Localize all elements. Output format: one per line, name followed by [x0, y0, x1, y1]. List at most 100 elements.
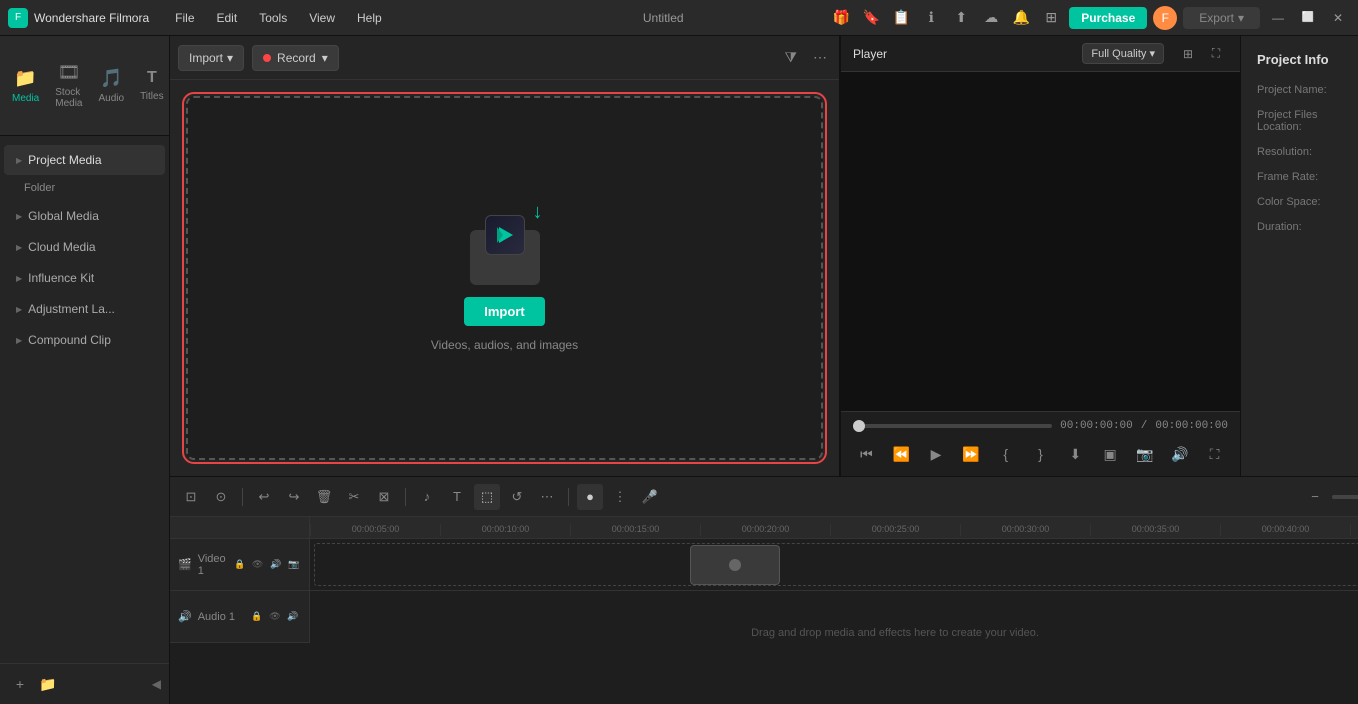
- minimize-button[interactable]: —: [1266, 6, 1290, 30]
- audio-lock-icon[interactable]: 🔒: [249, 609, 265, 625]
- scene-detect-icon[interactable]: ⊡: [178, 484, 204, 510]
- mark-out-icon[interactable]: }: [1027, 440, 1054, 468]
- zoom-slider[interactable]: [1332, 495, 1358, 499]
- collapse-sidebar-button[interactable]: ◀: [152, 677, 161, 691]
- menu-file[interactable]: File: [165, 7, 204, 29]
- fullscreen-icon[interactable]: ⛶: [1204, 42, 1228, 66]
- video-speaker-icon[interactable]: 🔊: [268, 557, 284, 573]
- ripple-edit-icon[interactable]: ●: [577, 484, 603, 510]
- play-icon[interactable]: ▶: [923, 440, 950, 468]
- rotate-icon[interactable]: ↺: [504, 484, 530, 510]
- export-button[interactable]: Export ▾: [1183, 7, 1260, 29]
- sidebar-item-project-media[interactable]: ▶ Project Media: [4, 145, 165, 175]
- notification-icon[interactable]: 🔔: [1009, 6, 1033, 30]
- player-viewport: [841, 72, 1240, 411]
- snapshot-icon[interactable]: 📷: [1132, 440, 1159, 468]
- info-icon[interactable]: ℹ: [919, 6, 943, 30]
- import-button[interactable]: Import ▾: [178, 45, 244, 71]
- sidebar-item-compound-clip[interactable]: ▶ Compound Clip: [4, 325, 165, 355]
- quality-select[interactable]: Full Quality ▾: [1082, 43, 1164, 64]
- progress-bar-container: 00:00:00:00 / 00:00:00:00: [853, 420, 1228, 432]
- menu-edit[interactable]: Edit: [207, 7, 248, 29]
- control-buttons: ⏮ ⏪ ▶ ⏩ { } ⬇ ▣ 📷 🔊 ⛶: [853, 440, 1228, 468]
- more-options-icon[interactable]: ⋯: [809, 45, 831, 70]
- player-tab[interactable]: Player: [853, 43, 887, 65]
- mark-in-icon[interactable]: {: [992, 440, 1019, 468]
- chevron-icon-5: ▶: [16, 305, 22, 314]
- tab-titles[interactable]: T Titles: [132, 63, 172, 108]
- copy-icon[interactable]: 📋: [889, 6, 913, 30]
- media-tab-icon: 📁: [14, 68, 36, 89]
- transform-icon[interactable]: ⬚: [474, 484, 500, 510]
- step-forward-icon[interactable]: ⏩: [957, 440, 984, 468]
- menu-help[interactable]: Help: [347, 7, 392, 29]
- crop-icon[interactable]: ⊠: [371, 484, 397, 510]
- ruler-mark-7: 00:00:35:00: [1090, 524, 1220, 536]
- new-folder-icon[interactable]: 📁: [36, 672, 60, 696]
- tab-audio[interactable]: 🎵 Audio: [90, 62, 132, 110]
- video-lock-icon[interactable]: 🔒: [232, 557, 248, 573]
- cut-icon[interactable]: ✂: [341, 484, 367, 510]
- audio-speaker-icon[interactable]: 🔊: [285, 609, 301, 625]
- project-info-title: Project Info: [1257, 52, 1358, 67]
- tab-stock-media[interactable]: 🎞 Stock Media: [47, 56, 90, 115]
- text-icon[interactable]: T: [444, 484, 470, 510]
- menu-view[interactable]: View: [299, 7, 345, 29]
- audio-track-label: 🔊 Audio 1 🔒 👁 🔊: [170, 591, 309, 643]
- close-button[interactable]: ✕: [1326, 6, 1350, 30]
- volume-icon[interactable]: 🔊: [1166, 440, 1193, 468]
- chevron-icon-2: ▶: [16, 212, 22, 221]
- menu-tools[interactable]: Tools: [249, 7, 297, 29]
- undo-icon[interactable]: ↩: [251, 484, 277, 510]
- share-icon[interactable]: ⬆: [949, 6, 973, 30]
- skip-back-icon[interactable]: ⏮: [853, 440, 880, 468]
- record-button[interactable]: Record ▾: [252, 45, 339, 71]
- audio-eye-icon[interactable]: 👁: [267, 609, 283, 625]
- ruler-mark-1: 00:00:05:00: [310, 524, 440, 536]
- cloud-icon[interactable]: ☁: [979, 6, 1003, 30]
- grid-view-icon[interactable]: ⊞: [1176, 42, 1200, 66]
- gift-icon[interactable]: 🎁: [829, 6, 853, 30]
- delete-icon[interactable]: 🗑: [311, 484, 337, 510]
- import-icon-area: ↓: [465, 205, 545, 285]
- sidebar-item-global-media[interactable]: ▶ Global Media: [4, 201, 165, 231]
- video-eye-icon[interactable]: 👁: [250, 557, 266, 573]
- picture-in-picture-icon[interactable]: ▣: [1097, 440, 1124, 468]
- sidebar-item-adjustment-layer[interactable]: ▶ Adjustment La...: [4, 294, 165, 324]
- filmora-center-icon: [485, 215, 525, 255]
- insert-icon[interactable]: ⬇: [1062, 440, 1089, 468]
- sidebar-folder[interactable]: Folder: [0, 176, 169, 200]
- step-back-icon[interactable]: ⏪: [888, 440, 915, 468]
- audio-tab-icon: 🎵: [100, 68, 122, 89]
- split-audio-icon[interactable]: ⋮: [607, 484, 633, 510]
- add-folder-icon[interactable]: +: [8, 672, 32, 696]
- bookmark-icon[interactable]: 🔖: [859, 6, 883, 30]
- video-camera-icon[interactable]: 📷: [286, 557, 302, 573]
- import-media-button[interactable]: Import: [464, 297, 544, 326]
- zoom-out-icon[interactable]: −: [1302, 484, 1328, 510]
- maximize-button[interactable]: ⬜: [1296, 6, 1320, 30]
- apps-icon[interactable]: ⊞: [1039, 6, 1063, 30]
- sidebar-item-influence-kit[interactable]: ▶ Influence Kit: [4, 263, 165, 293]
- video-drop-zone[interactable]: [314, 543, 1358, 586]
- export-label: Export: [1199, 11, 1234, 25]
- media-drop-area[interactable]: ↓ Import Videos, audios, and images: [186, 96, 823, 460]
- tab-media[interactable]: 📁 Media: [4, 62, 47, 110]
- toolbar-separator-1: [242, 488, 243, 506]
- purchase-button[interactable]: Purchase: [1069, 7, 1147, 29]
- media-panel: Import ▾ Record ▾ ⧩ ⋯: [170, 36, 840, 476]
- sidebar-project-media-label: Project Media: [28, 153, 101, 167]
- sidebar-item-cloud-media[interactable]: ▶ Cloud Media: [4, 232, 165, 262]
- sidebar-compound-clip-label: Compound Clip: [28, 333, 111, 347]
- progress-handle[interactable]: [853, 420, 865, 432]
- avatar[interactable]: F: [1153, 6, 1177, 30]
- more-tools-icon[interactable]: ⋯: [534, 484, 560, 510]
- expand-icon[interactable]: ⛶: [1201, 440, 1228, 468]
- microphone-icon[interactable]: 🎤: [637, 484, 663, 510]
- filter-icon[interactable]: ⧩: [781, 45, 802, 70]
- magnet-icon[interactable]: ⊙: [208, 484, 234, 510]
- redo-icon[interactable]: ↪: [281, 484, 307, 510]
- chevron-icon-6: ▶: [16, 336, 22, 345]
- audio-detach-icon[interactable]: ♪: [414, 484, 440, 510]
- progress-bar[interactable]: [853, 424, 1052, 428]
